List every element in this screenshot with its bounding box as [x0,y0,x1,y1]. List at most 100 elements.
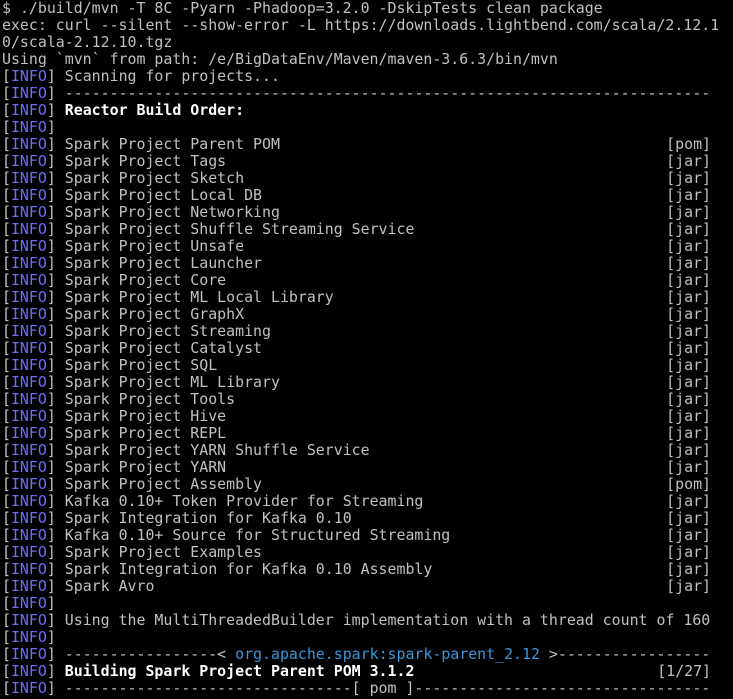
project-name: Spark Project Tools [64,390,236,408]
project-name: Spark Project GraphX [64,305,245,323]
project-packaging: [jar] [666,424,711,442]
project-name: Kafka 0.10+ Token Provider for Streaming [64,492,424,510]
info-tag: INFO [10,441,47,459]
info-tag: INFO [10,628,47,646]
info-tag: INFO [10,475,47,493]
project-packaging: [jar] [666,492,711,510]
info-tag: INFO [10,288,47,306]
info-tag: INFO [10,679,47,697]
project-packaging: [jar] [666,458,711,476]
info-tag: INFO [10,169,47,187]
building-text: Building Spark Project Parent POM 3.1.2 [64,662,415,680]
using-line: Using `mvn` from path: /e/BigDataEnv/Mav… [2,51,733,68]
project-packaging: [jar] [666,220,711,238]
reactor-project-row: [INFO] Spark Project ML Local Library [ja… [2,288,711,306]
terminal-window[interactable]: $ ./build/mvn -T 8C -Pyarn -Phadoop=3.2.… [0,0,733,699]
exec-line-1: exec: curl --silent --show-error -L http… [2,17,733,34]
info-tag: INFO [10,662,47,680]
reactor-project-row: [INFO] Spark Project Core [jar] [2,271,711,289]
blank-info-line: [INFO] [2,628,65,646]
info-tag: INFO [10,611,47,629]
info-tag: INFO [10,594,47,612]
project-name: Spark Project ML Library [64,373,280,391]
project-name: Spark Avro [64,577,155,595]
project-packaging: [jar] [666,526,711,544]
info-tag: INFO [10,186,47,204]
project-name: Spark Project Unsafe [64,237,245,255]
threaded-builder-line-text: Using the MultiThreadedBuilder implement… [64,611,711,629]
project-packaging: [jar] [666,152,711,170]
project-packaging: [jar] [666,169,711,187]
pom-separator-line: [INFO] --------------------------------[… [2,679,711,697]
info-tag: INFO [10,339,47,357]
reactor-project-row: [INFO] Spark Project GraphX [jar] [2,305,711,323]
pom-separator-line-text: --------------------------------[ pom ]-… [64,679,711,697]
artifact-id: org.apache.spark:spark-parent_2.12 [235,645,540,663]
reactor-project-row: [INFO] Spark Project YARN [jar] [2,458,711,476]
project-packaging: [jar] [666,339,711,357]
info-tag: INFO [10,84,47,102]
reactor-project-row: [INFO] Kafka 0.10+ Token Provider for St… [2,492,711,510]
exec-line-1-text: exec: curl --silent --show-error -L http… [2,16,720,34]
info-tag: INFO [10,458,47,476]
info-tag: INFO [10,220,47,238]
project-packaging: [jar] [666,543,711,561]
project-packaging: [jar] [666,407,711,425]
project-name: Spark Project Hive [64,407,227,425]
project-packaging: [jar] [666,560,711,578]
info-tag: INFO [10,203,47,221]
project-name: Spark Project YARN Shuffle Service [64,441,370,459]
info-tag: INFO [10,322,47,340]
artifact-left-rule: -----------------< [64,645,236,663]
reactor-project-row: [INFO] Spark Project Hive [jar] [2,407,711,425]
project-name: Kafka 0.10+ Source for Structured Stream… [64,526,451,544]
project-packaging: [jar] [666,305,711,323]
artifact-header-line: [INFO] -----------------< org.apache.spa… [2,645,711,663]
reactor-project-row: [INFO] Spark Project Networking [jar] [2,203,711,221]
info-tag: INFO [10,509,47,527]
project-packaging: [jar] [666,237,711,255]
reactor-project-row: [INFO] Spark Project SQL [jar] [2,356,711,374]
info-tag: INFO [10,356,47,374]
reactor-project-row: [INFO] Spark Integration for Kafka 0.10[… [2,509,711,527]
info-tag: INFO [10,577,47,595]
info-tag: INFO [10,492,47,510]
info-tag: INFO [10,271,47,289]
project-packaging: [jar] [666,186,711,204]
info-tag: INFO [10,67,47,85]
info-tag: INFO [10,237,47,255]
reactor-project-row: [INFO] Spark Project ML Library [jar] [2,373,711,391]
project-packaging: [jar] [666,373,711,391]
build-progress: [1/27] [657,662,711,680]
separator-line-text: ----------------------------------------… [64,84,711,102]
project-name: Spark Project Shuffle Streaming Service [64,220,415,238]
project-packaging: [pom] [666,135,711,153]
project-packaging: [jar] [666,254,711,272]
reactor-project-row: [INFO] Spark Project Streaming [jar] [2,322,711,340]
project-name: Spark Integration for Kafka 0.10 Assembl… [64,560,433,578]
reactor-project-row: [INFO] Spark Project Unsafe [jar] [2,237,711,255]
project-name: Spark Project Networking [64,203,280,221]
exec-line-2: 0/scala-2.12.10.tgz [2,34,733,51]
reactor-project-row: [INFO] Spark Avro [jar] [2,577,711,595]
reactor-project-row: [INFO] Spark Project REPL [jar] [2,424,711,442]
reactor-project-row: [INFO] Kafka 0.10+ Source for Structured… [2,526,711,544]
reactor-project-row: [INFO] Spark Project Local DB [jar] [2,186,711,204]
project-name: Spark Project Parent POM [64,135,280,153]
project-packaging: [jar] [666,271,711,289]
project-packaging: [jar] [666,577,711,595]
scanning-line-text: Scanning for projects... [64,67,280,85]
reactor-project-row: [INFO] Spark Project Examples [jar] [2,543,711,561]
info-tag: INFO [10,560,47,578]
using-line-text: Using `mvn` from path: /e/BigDataEnv/Mav… [2,50,558,68]
info-tag: INFO [10,101,47,119]
info-tag: INFO [10,118,47,136]
scanning-line: [INFO] Scanning for projects... [2,67,280,85]
info-tag: INFO [10,407,47,425]
info-tag: INFO [10,424,47,442]
project-packaging: [jar] [666,441,711,459]
project-packaging: [jar] [666,390,711,408]
reactor-project-row: [INFO] Spark Integration for Kafka 0.10 … [2,560,711,578]
project-packaging: [jar] [666,203,711,221]
reactor-project-row: [INFO] Spark Project Shuffle Streaming S… [2,220,711,238]
